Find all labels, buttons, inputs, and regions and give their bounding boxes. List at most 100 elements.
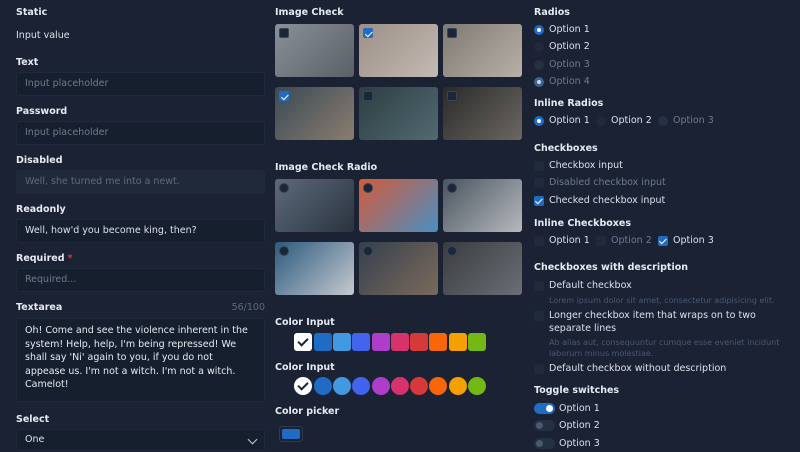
image-check-tile[interactable] [443, 24, 522, 77]
radio-label: Option 1 [549, 115, 590, 126]
radio-icon [279, 246, 289, 256]
required-label-text: Required [16, 253, 65, 264]
desc-checkboxes-label: Checkboxes with description [534, 262, 688, 273]
radio-icon [363, 183, 373, 193]
text-label: Text [16, 57, 39, 68]
toggle-switch[interactable] [534, 403, 555, 414]
color-swatch[interactable] [390, 377, 409, 395]
required-input[interactable]: Required... [16, 268, 265, 292]
toggle-label: Option 2 [559, 420, 600, 432]
select-value: One [25, 434, 45, 445]
color-swatch[interactable] [390, 333, 409, 351]
static-value: Input value [16, 30, 70, 41]
color-swatch[interactable] [410, 377, 429, 395]
color-swatch[interactable] [332, 333, 351, 351]
checkbox[interactable] [534, 195, 544, 206]
chevron-down-icon [247, 434, 258, 445]
color-swatch[interactable] [352, 333, 371, 351]
radios-label: Radios [534, 7, 570, 18]
image-check-tile[interactable] [275, 87, 354, 140]
radio-label: Option 3 [673, 115, 714, 126]
color-swatch[interactable] [275, 377, 293, 395]
radio-label: Option 4 [549, 75, 590, 87]
readonly-input[interactable]: Well, how'd you become king, then? [16, 219, 265, 243]
checkbox[interactable] [534, 161, 544, 171]
color-swatch[interactable] [468, 333, 486, 351]
color-swatch[interactable] [371, 377, 390, 395]
radio-button[interactable] [596, 116, 606, 126]
image-radio-tile[interactable] [443, 179, 522, 232]
radio-button[interactable] [534, 42, 544, 53]
checkbox[interactable] [658, 236, 668, 246]
checkbox[interactable] [534, 364, 544, 374]
radio-icon [447, 183, 457, 193]
image-radio-tile[interactable] [359, 242, 438, 295]
image-radio-tile[interactable] [275, 179, 354, 232]
image-radio-tile[interactable] [443, 242, 522, 295]
radio-label: Option 2 [611, 115, 652, 126]
image-radio-tile[interactable] [359, 179, 438, 232]
disabled-input: Well, she turned me into a newt. [16, 170, 265, 194]
password-label: Password [16, 106, 68, 117]
checkbox[interactable] [534, 281, 544, 291]
checkbox-icon [279, 91, 289, 101]
image-check-tile[interactable] [359, 87, 438, 140]
color-swatch[interactable] [332, 377, 351, 395]
color-swatch[interactable] [294, 377, 313, 395]
readonly-label: Readonly [16, 204, 66, 215]
color-swatch[interactable] [429, 377, 448, 395]
checkbox[interactable] [534, 236, 544, 246]
checkbox-label: Option 3 [673, 235, 714, 246]
color-picker-swatch [282, 429, 300, 439]
color-swatch[interactable] [468, 377, 486, 395]
checkbox-label: Option 2 [611, 235, 652, 246]
image-check-tile[interactable] [275, 24, 354, 77]
checkbox-icon [447, 28, 457, 38]
color-swatch[interactable] [294, 333, 313, 351]
color-swatch[interactable] [352, 377, 371, 395]
checkbox [596, 236, 606, 246]
toggle-label: Option 1 [559, 403, 600, 414]
color-swatch[interactable] [275, 333, 293, 351]
image-check-tile[interactable] [443, 87, 522, 140]
image-radio-tile[interactable] [275, 242, 354, 295]
toggle-switches-label: Toggle switches [534, 385, 620, 396]
toggle-switch[interactable] [534, 437, 555, 449]
toggle-label: Option 3 [559, 437, 600, 449]
password-input[interactable]: Input placeholder [16, 121, 265, 145]
color-swatch[interactable] [313, 333, 332, 351]
image-check-tile[interactable] [359, 24, 438, 77]
checkbox-description: Lorem ipsum dolor sit amet, consectetur … [549, 295, 775, 305]
checkbox-icon [363, 91, 373, 101]
select-dropdown[interactable]: One [16, 429, 265, 451]
color-swatch[interactable] [371, 333, 390, 351]
radio-button[interactable] [534, 116, 544, 126]
checkbox-label: Disabled checkbox input [549, 177, 666, 189]
color-input-label-2: Color Input [275, 362, 335, 373]
radio-button[interactable] [534, 25, 544, 35]
checkbox-label: Checkbox input [549, 160, 623, 171]
color-picker-label: Color picker [275, 406, 340, 417]
select-label: Select [16, 414, 50, 425]
checkbox-description: Ab alias aut, consequuntur cumque esse e… [549, 338, 780, 358]
textarea-counter: 56/100 [231, 302, 265, 313]
toggle-switch[interactable] [534, 420, 555, 432]
required-label: Required * [16, 253, 72, 264]
textarea-input[interactable]: Oh! Come and see the violence inherent i… [16, 318, 265, 402]
color-picker-input[interactable] [279, 426, 303, 442]
checkboxes-label: Checkboxes [534, 143, 598, 154]
checkbox-label: Longer checkbox item that wraps on to tw… [549, 310, 756, 334]
radio-label: Option 3 [549, 58, 590, 70]
color-swatch[interactable] [448, 333, 467, 351]
text-input[interactable]: Input placeholder [16, 72, 265, 96]
radio-button [658, 116, 668, 126]
color-swatch[interactable] [313, 377, 332, 395]
checkbox-label: Default checkbox [549, 280, 632, 291]
color-swatch[interactable] [410, 333, 429, 351]
checkbox[interactable] [534, 311, 544, 321]
color-swatch[interactable] [448, 377, 467, 395]
checkbox-icon [447, 91, 457, 101]
checkbox-icon [279, 28, 289, 38]
color-swatch[interactable] [429, 333, 448, 351]
inline-radios-label: Inline Radios [534, 98, 604, 109]
